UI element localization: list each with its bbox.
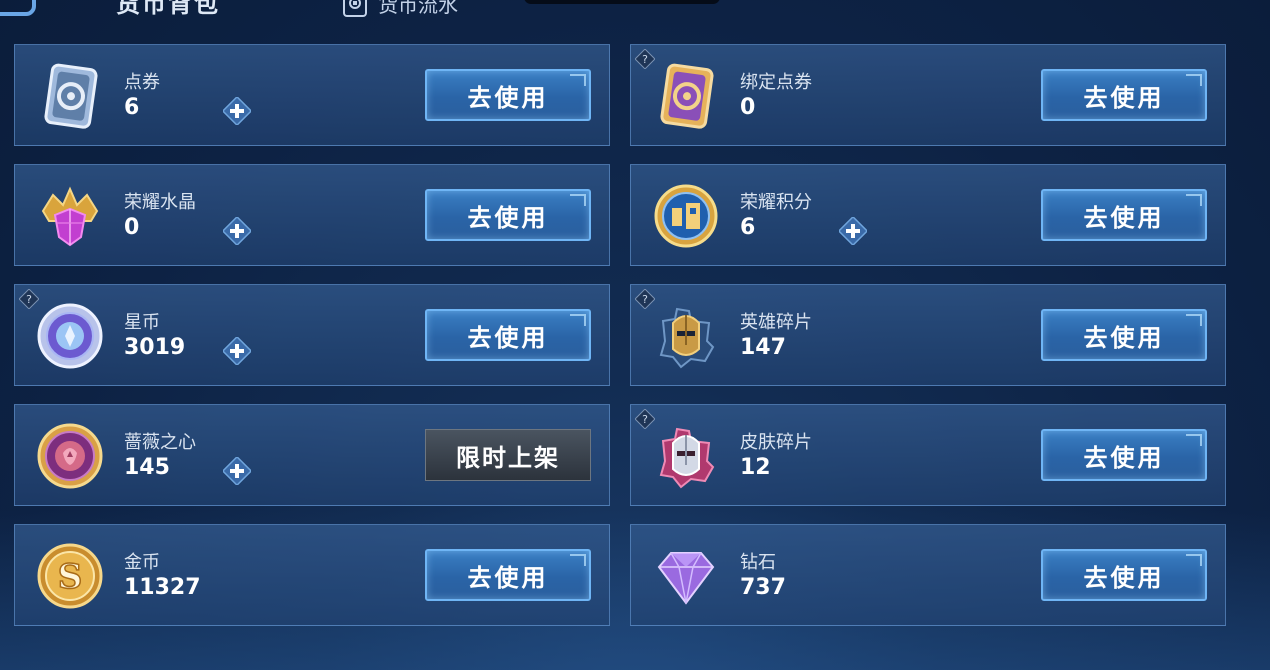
currency-card-skin-fragment: ? 皮肤碎片 12 去使用: [630, 404, 1226, 506]
currency-value: 12: [740, 455, 771, 480]
currency-value: 6: [124, 95, 140, 120]
rose-heart-icon: [35, 421, 105, 491]
use-button[interactable]: 去使用: [425, 549, 591, 601]
use-button[interactable]: 去使用: [425, 309, 591, 361]
use-button[interactable]: 去使用: [425, 189, 591, 241]
currency-value: 145: [124, 455, 170, 480]
skin-fragment-icon: [651, 421, 721, 491]
currency-value: 6: [740, 215, 756, 240]
svg-text:?: ?: [642, 293, 648, 306]
bound-coupon-ticket-icon: [651, 61, 721, 131]
top-status-pill: [524, 0, 720, 4]
currency-name: 绑定点券: [740, 72, 812, 93]
currency-value: 147: [740, 335, 786, 360]
svg-text:?: ?: [26, 293, 32, 306]
glory-crystal-icon: [35, 181, 105, 251]
currency-name: 荣耀积分: [740, 192, 812, 213]
currency-card-star-coin: ? 星币 3019 去使用: [14, 284, 610, 386]
currency-name: 点券: [124, 72, 160, 93]
limited-time-button[interactable]: 限时上架: [425, 429, 591, 481]
ledger-icon: [343, 0, 367, 17]
currency-card-glory-crystal: 荣耀水晶 0 去使用: [14, 164, 610, 266]
back-button[interactable]: [0, 0, 36, 16]
currency-value: 737: [740, 575, 786, 600]
top-bar: 货币背包 货币流水: [0, 0, 1270, 40]
currency-card-hero-fragment: ? 英雄碎片 147 去使用: [630, 284, 1226, 386]
diamond-icon: [651, 541, 721, 611]
use-button[interactable]: 去使用: [425, 69, 591, 121]
svg-text:?: ?: [642, 413, 648, 426]
hero-fragment-icon: [651, 301, 721, 371]
currency-card-glory-points: 荣耀积分 6 去使用: [630, 164, 1226, 266]
svg-text:S: S: [58, 557, 83, 597]
plus-icon[interactable]: [223, 337, 251, 365]
currency-name: 英雄碎片: [740, 312, 812, 333]
currency-value: 3019: [124, 335, 186, 360]
currency-card-gold-coin: S 金币 11327 去使用: [14, 524, 610, 626]
plus-icon[interactable]: [839, 217, 867, 245]
currency-value: 0: [124, 215, 140, 240]
currency-name: 钻石: [740, 552, 776, 573]
currency-card-diamond: 钻石 737 去使用: [630, 524, 1226, 626]
currency-name: 皮肤碎片: [740, 432, 812, 453]
plus-icon[interactable]: [223, 217, 251, 245]
coupon-ticket-icon: [35, 61, 105, 131]
use-button[interactable]: 去使用: [1041, 549, 1207, 601]
currency-name: 荣耀水晶: [124, 192, 196, 213]
tab-flow-label: 货币流水: [378, 0, 458, 17]
currency-name: 星币: [124, 312, 160, 333]
currency-name: 金币: [124, 552, 160, 573]
use-button[interactable]: 去使用: [1041, 309, 1207, 361]
tab-currency-backpack[interactable]: 货币背包: [116, 0, 220, 19]
currency-card-rose-heart: 蔷薇之心 145 限时上架: [14, 404, 610, 506]
plus-icon[interactable]: [223, 457, 251, 485]
use-button[interactable]: 去使用: [1041, 69, 1207, 121]
currency-value: 11327: [124, 575, 201, 600]
currency-value: 0: [740, 95, 756, 120]
tab-currency-flow[interactable]: 货币流水: [342, 0, 458, 18]
currency-card-coupon: 点券 6 去使用: [14, 44, 610, 146]
gold-coin-icon: S: [35, 541, 105, 611]
use-button[interactable]: 去使用: [1041, 429, 1207, 481]
svg-text:?: ?: [642, 53, 648, 66]
star-coin-icon: [35, 301, 105, 371]
use-button[interactable]: 去使用: [1041, 189, 1207, 241]
glory-points-icon: [651, 181, 721, 251]
plus-icon[interactable]: [223, 97, 251, 125]
currency-card-bound-coupon: ? 绑定点券 0 去使用: [630, 44, 1226, 146]
currency-name: 蔷薇之心: [124, 432, 196, 453]
